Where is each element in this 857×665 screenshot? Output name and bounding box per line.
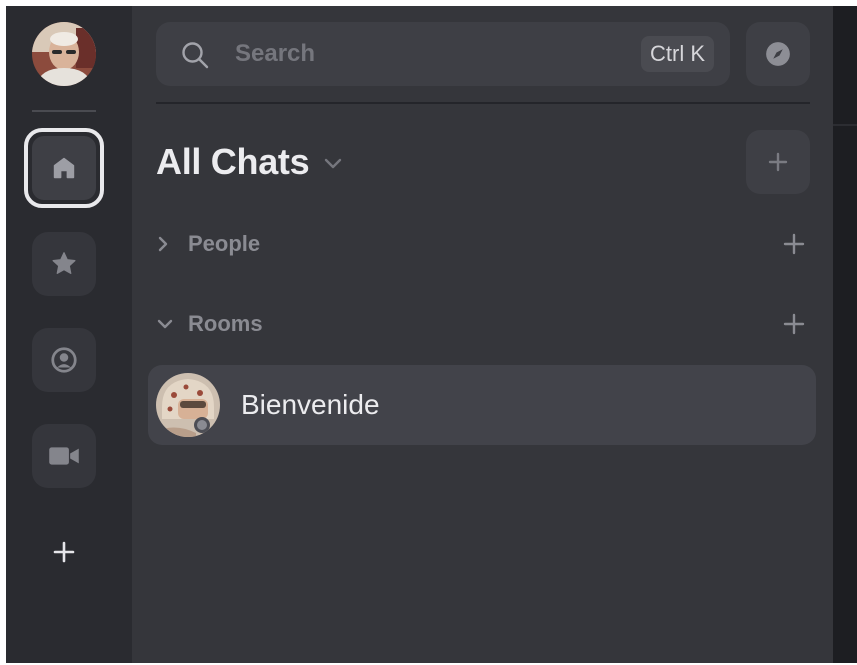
compass-icon	[766, 42, 790, 66]
section-label[interactable]: Rooms	[188, 311, 263, 337]
home-icon	[53, 157, 75, 179]
header-divider	[156, 102, 810, 104]
section-collapse-toggle[interactable]	[156, 317, 176, 331]
section-expand-toggle[interactable]	[156, 235, 176, 253]
room-name: Bienvenide	[241, 389, 380, 420]
spaces-sidebar	[6, 6, 132, 663]
room-list-item[interactable]: Bienvenide	[148, 365, 816, 445]
chevron-down-icon	[157, 319, 173, 329]
plus-icon	[783, 313, 805, 335]
search-bar[interactable]: Search Ctrl K	[156, 22, 730, 86]
chevron-down-icon	[325, 158, 342, 169]
star-icon	[52, 252, 76, 274]
person-circle-icon	[51, 347, 77, 373]
rail-divider	[32, 110, 96, 112]
app-window: Search Ctrl K All Chats People Rooms Bie…	[6, 6, 857, 663]
add-people-button[interactable]	[778, 228, 810, 260]
home-space-button[interactable]	[24, 128, 104, 208]
main-content-area	[833, 6, 857, 663]
chats-menu-header[interactable]: All Chats	[156, 130, 343, 194]
add-room-button[interactable]	[778, 308, 810, 340]
user-avatar[interactable]	[32, 22, 96, 86]
start-chat-button[interactable]	[746, 130, 810, 194]
search-shortcut-badge: Ctrl K	[641, 36, 714, 72]
create-space-button[interactable]	[32, 520, 96, 584]
search-icon	[182, 42, 209, 69]
plus-icon	[768, 152, 788, 172]
video-camera-icon	[49, 447, 79, 465]
chevron-right-icon	[158, 236, 168, 252]
plus-icon	[783, 233, 805, 255]
people-space-button[interactable]	[32, 328, 96, 392]
section-rooms: Rooms	[156, 300, 810, 348]
search-placeholder: Search	[235, 40, 316, 67]
video-rooms-button[interactable]	[32, 424, 96, 488]
room-list-panel: Search Ctrl K All Chats People Rooms Bie…	[132, 6, 833, 663]
room-header-divider	[833, 124, 857, 126]
section-label[interactable]: People	[188, 231, 260, 257]
room-avatar	[156, 373, 220, 437]
favourites-space-button[interactable]	[32, 232, 96, 296]
explore-rooms-button[interactable]	[746, 22, 810, 86]
section-people: People	[156, 220, 810, 268]
plus-icon	[53, 541, 75, 563]
page-title: All Chats	[156, 141, 310, 182]
